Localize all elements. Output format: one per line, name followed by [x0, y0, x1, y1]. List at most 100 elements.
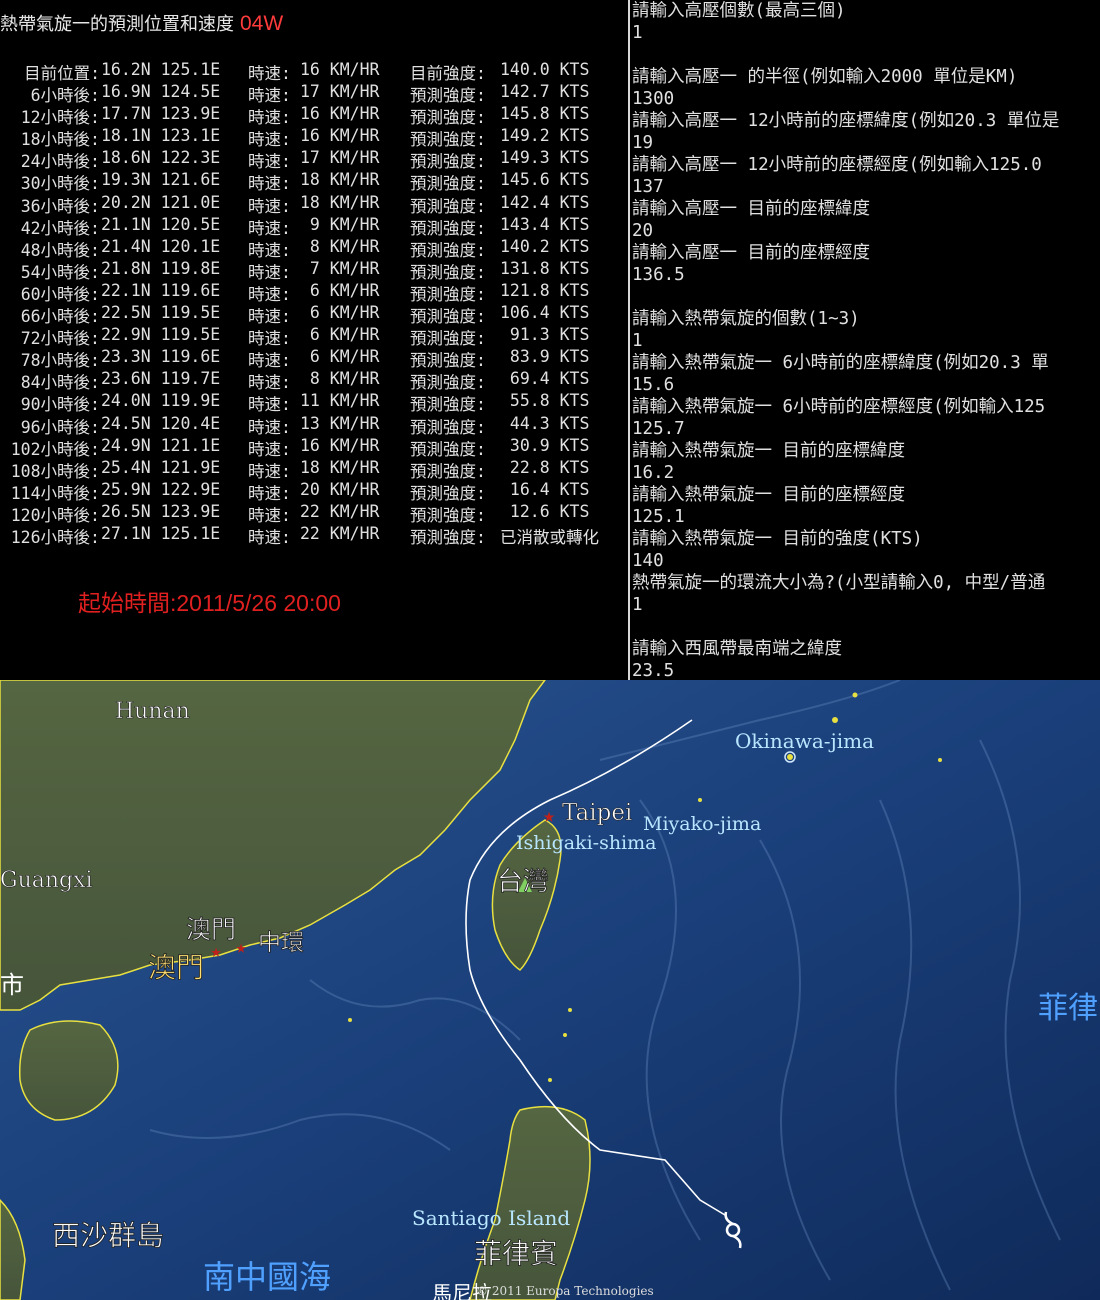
row-speed: 16 KM/HR [300, 104, 380, 124]
console-line: 請輸入熱帶氣旋的個數(1~3) [632, 309, 860, 329]
row-speed-label: 時速: [248, 373, 291, 393]
console-line: 請輸入高壓一 12小時前的座標經度(例如輸入125.0 [632, 155, 1042, 175]
satellite-map[interactable]: ★ ★ ★ Hunan Guangxi Okinawa-jima Taipei … [0, 680, 1100, 1300]
label-ishigaki: Ishigaki-shima [516, 832, 656, 854]
label-okinawa: Okinawa-jima [735, 729, 874, 753]
row-speed-label: 時速: [248, 130, 291, 150]
row-speed: 8 KM/HR [300, 369, 380, 389]
row-position: 22.5N 119.5E [101, 303, 221, 323]
row-speed: 6 KM/HR [300, 325, 380, 345]
row-speed: 16 KM/HR [300, 435, 380, 455]
row-speed-label: 時速: [248, 329, 291, 349]
row-intensity-label: 預測強度: [410, 439, 486, 459]
row-label: 48小時後: [20, 240, 100, 260]
row-position: 24.0N 119.9E [101, 391, 221, 411]
row-speed-label: 時速: [248, 152, 291, 172]
console-line: 137 [632, 177, 664, 197]
row-intensity: 已消散或轉化 [500, 527, 599, 547]
row-speed-label: 時速: [248, 307, 291, 327]
start-time: 起始時間:2011/5/26 20:00 [78, 590, 341, 616]
row-speed-label: 時速: [248, 284, 291, 304]
row-intensity: 30.9 KTS [500, 435, 590, 455]
row-label: 90小時後: [20, 395, 100, 415]
row-speed: 22 KM/HR [300, 523, 380, 543]
row-label: 126小時後: [10, 527, 100, 547]
row-speed-label: 時速: [248, 439, 291, 459]
label-philippines-edge: 菲律 [1038, 991, 1098, 1026]
console-line: 請輸入西風帶最南端之緯度 [632, 639, 842, 659]
row-speed-label: 時速: [248, 351, 291, 371]
row-intensity-label: 預測強度: [410, 483, 486, 503]
row-speed-label: 時速: [248, 527, 291, 547]
row-position: 24.5N 120.4E [101, 413, 221, 433]
row-speed: 16 KM/HR [300, 126, 380, 146]
label-hunan: Hunan [115, 699, 190, 724]
row-speed: 13 KM/HR [300, 413, 380, 433]
row-label: 66小時後: [20, 307, 100, 327]
row-intensity: 55.8 KTS [500, 391, 590, 411]
row-intensity-label: 目前強度: [410, 64, 486, 83]
row-speed: 6 KM/HR [300, 280, 380, 300]
row-speed-label: 時速: [248, 174, 291, 194]
row-label: 6小時後: [30, 86, 100, 106]
row-intensity: 91.3 KTS [500, 325, 590, 345]
console-line: 16.2 [632, 463, 675, 483]
row-speed-label: 時速: [248, 108, 291, 128]
console-line: 熱帶氣旋一的環流大小為?(小型請輸入0, 中型/普通 [632, 573, 1046, 593]
row-speed: 16 KM/HR [300, 60, 380, 79]
row-speed-label: 時速: [248, 218, 291, 238]
row-label: 24小時後: [20, 152, 100, 172]
label-taiwan: 台灣 [497, 867, 549, 897]
row-label: 42小時後: [20, 218, 100, 238]
row-label: 30小時後: [20, 174, 100, 194]
row-intensity: 145.8 KTS [500, 104, 590, 124]
row-intensity: 149.2 KTS [500, 126, 590, 146]
row-intensity-label: 預測強度: [410, 108, 486, 128]
row-speed: 11 KM/HR [300, 391, 380, 411]
row-intensity-label: 預測強度: [410, 218, 486, 238]
label-santiago: Santiago Island [412, 1206, 570, 1230]
row-position: 27.1N 125.1E [101, 523, 221, 543]
console-line: 請輸入高壓一 目前的座標緯度 [632, 199, 871, 219]
row-speed: 7 KM/HR [300, 258, 380, 278]
row-intensity: 140.0 KTS [500, 60, 590, 79]
row-speed: 9 KM/HR [300, 214, 380, 234]
console-line: 20 [632, 221, 654, 241]
row-position: 21.8N 119.8E [101, 258, 221, 278]
row-position: 19.3N 121.6E [101, 170, 221, 190]
label-philippines: 菲律賓 [474, 1237, 558, 1270]
central-star-icon: ★ [236, 937, 247, 958]
console-line: 請輸入熱帶氣旋一 6小時前的座標經度(例如輸入125 [632, 397, 1046, 417]
row-position: 18.1N 123.1E [101, 126, 221, 146]
row-intensity: 149.3 KTS [500, 148, 590, 168]
row-position: 16.2N 125.1E [101, 60, 221, 79]
map-canvas[interactable]: ★ ★ ★ Hunan Guangxi Okinawa-jima Taipei … [0, 680, 1100, 1300]
console-line: 140 [632, 551, 664, 571]
console-window: 熱帶氣旋一的預測位置和速度 04W 目前位置: 16.2N 125.1E 時速: 16 … [0, 0, 1100, 680]
taipei-star-icon: ★ [543, 803, 555, 827]
row-label: 114小時後: [10, 483, 100, 503]
row-label: 96小時後: [20, 417, 100, 437]
row-intensity: 145.6 KTS [500, 170, 590, 190]
label-central: 中環 [258, 930, 304, 956]
console-line: 請輸入熱帶氣旋一 6小時前的座標緯度(例如20.3 單 [632, 353, 1049, 373]
row-intensity: 143.4 KTS [500, 214, 590, 234]
row-intensity: 121.8 KTS [500, 280, 590, 300]
row-position: 24.9N 121.1E [101, 435, 221, 455]
row-label: 78小時後: [20, 351, 100, 371]
row-speed-label: 時速: [248, 395, 291, 415]
row-intensity: 44.3 KTS [500, 413, 590, 433]
console-line: 請輸入高壓一 的半徑(例如輸入2000 單位是KM) [632, 67, 1018, 87]
row-speed: 6 KM/HR [300, 347, 380, 367]
row-position: 21.4N 120.1E [101, 236, 221, 256]
row-intensity: 106.4 KTS [500, 303, 590, 323]
row-intensity: 142.7 KTS [500, 82, 590, 102]
row-label: 102小時後: [10, 439, 100, 459]
row-intensity-label: 預測強度: [410, 351, 486, 371]
row-speed-label: 時速: [248, 417, 291, 437]
row-position: 17.7N 123.9E [101, 104, 221, 124]
row-speed-label: 時速: [248, 461, 291, 481]
row-intensity-label: 預測強度: [410, 284, 486, 304]
console-line: 1 [632, 23, 643, 43]
row-speed: 18 KM/HR [300, 192, 380, 212]
